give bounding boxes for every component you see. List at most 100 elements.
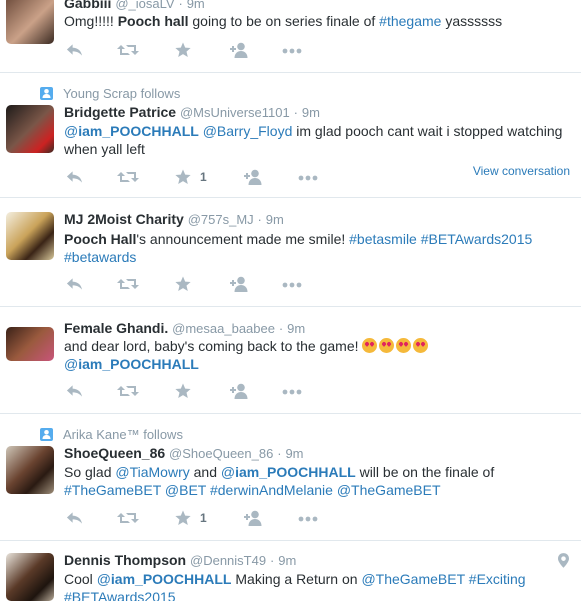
mention-link[interactable]: @iam_POOCHHALL	[221, 464, 356, 480]
reply-icon[interactable]	[66, 276, 83, 292]
retweet-icon[interactable]	[117, 42, 139, 58]
favorite-count: 1	[200, 511, 207, 525]
mention-link[interactable]: @iam_POOCHHALL	[97, 571, 232, 587]
timestamp[interactable]: 9m	[302, 105, 320, 120]
more-icon[interactable]	[298, 175, 318, 191]
social-context: Young Scrap follows	[40, 85, 180, 101]
separator: ·	[257, 212, 262, 227]
location-pin-icon[interactable]	[558, 553, 569, 569]
separator: ·	[278, 321, 284, 336]
add-user-icon[interactable]	[230, 383, 250, 399]
more-icon[interactable]	[282, 282, 302, 298]
avatar[interactable]	[6, 0, 54, 44]
mention-link[interactable]: @BET	[165, 482, 206, 498]
timestamp[interactable]: 9m	[278, 553, 296, 568]
tweet[interactable]: Gabbiii @_iosaLV · 9m Omg!!!!! Pooch hal…	[0, 0, 581, 73]
heart-eyes-emoji	[396, 338, 412, 353]
tweet[interactable]: MJ 2Moist Charity @757s_MJ · 9m Pooch Ha…	[0, 198, 581, 307]
reply-icon[interactable]	[66, 42, 83, 58]
timestamp[interactable]: 9m	[187, 0, 205, 11]
tweet[interactable]: Arika Kane™ follows ShoeQueen_86 @ShoeQu…	[0, 414, 581, 541]
user-name[interactable]: MJ 2Moist Charity	[64, 211, 184, 227]
tweet-header: MJ 2Moist Charity @757s_MJ · 9m	[64, 210, 284, 228]
user-handle[interactable]: @DennisT49	[190, 553, 266, 568]
tweet-actions: 1	[64, 169, 324, 185]
person-icon	[40, 87, 53, 100]
more-icon[interactable]	[282, 48, 302, 64]
add-user-icon[interactable]	[244, 510, 264, 526]
hashtag-link[interactable]: #betawards	[64, 249, 136, 265]
tweet[interactable]: Dennis Thompson @DennisT49 · 9m Cool @ia…	[0, 541, 581, 601]
more-icon[interactable]	[282, 389, 302, 405]
add-user-icon[interactable]	[244, 169, 264, 185]
reply-icon[interactable]	[66, 383, 83, 399]
mention-link[interactable]: @Barry_Floyd	[203, 123, 293, 139]
user-name[interactable]: ShoeQueen_86	[64, 445, 165, 461]
user-name[interactable]: Dennis Thompson	[64, 552, 186, 568]
avatar[interactable]	[6, 105, 54, 153]
tweet-text: @iam_POOCHHALL @Barry_Floyd im glad pooc…	[64, 123, 563, 157]
hashtag-link[interactable]: #betasmile	[349, 231, 417, 247]
reply-icon[interactable]	[66, 510, 83, 526]
hashtag-link[interactable]: #TheGameBET	[64, 482, 161, 498]
star-icon[interactable]	[175, 42, 191, 58]
tweet-header: ShoeQueen_86 @ShoeQueen_86 · 9m	[64, 444, 304, 462]
timestamp[interactable]: 9m	[287, 321, 305, 336]
avatar[interactable]	[6, 553, 54, 601]
hashtag-link[interactable]: #BETAwards2015	[421, 231, 533, 247]
user-name[interactable]: Gabbiii	[64, 0, 111, 11]
person-icon	[40, 428, 53, 441]
tweet-text: and dear lord, baby's coming back to the…	[64, 337, 569, 373]
tweet-text: Cool @iam_POOCHHALL Making a Return on @…	[64, 570, 569, 601]
timestamp[interactable]: 9m	[285, 446, 303, 461]
user-handle[interactable]: @MsUniverse1101	[180, 105, 290, 120]
retweet-icon[interactable]	[117, 169, 139, 185]
separator: ·	[277, 446, 282, 461]
user-handle[interactable]: @757s_MJ	[188, 212, 254, 227]
tweet-header: Gabbiii @_iosaLV · 9m	[64, 0, 205, 12]
star-icon[interactable]	[175, 383, 191, 399]
user-handle[interactable]: @_iosaLV	[115, 0, 174, 11]
tweet[interactable]: Young Scrap follows Bridgette Patrice @M…	[0, 73, 581, 198]
view-conversation-link[interactable]: View conversation	[473, 164, 570, 178]
hashtag-link[interactable]: #Exciting	[469, 571, 526, 587]
star-icon[interactable]	[175, 169, 191, 185]
user-name[interactable]: Bridgette Patrice	[64, 104, 176, 120]
hashtag-link[interactable]: #thegame	[379, 13, 441, 29]
mention-link[interactable]: @iam_POOCHHALL	[64, 123, 199, 139]
user-handle[interactable]: @ShoeQueen_86	[169, 446, 273, 461]
user-handle[interactable]: @mesaa_baabee	[172, 321, 275, 336]
highlight: Pooch hall	[117, 13, 189, 29]
add-user-icon[interactable]	[230, 42, 250, 58]
hashtag-link[interactable]: #BETAwards2015	[64, 589, 176, 601]
mention-link[interactable]: @TiaMowry	[115, 464, 189, 480]
avatar[interactable]	[6, 327, 54, 361]
retweet-icon[interactable]	[117, 276, 139, 292]
mention-link[interactable]: @TheGameBET	[361, 571, 464, 587]
add-user-icon[interactable]	[230, 276, 250, 292]
timestamp[interactable]: 9m	[266, 212, 284, 227]
mention-link[interactable]: @TheGameBET	[337, 482, 441, 498]
retweet-icon[interactable]	[117, 383, 139, 399]
avatar[interactable]	[6, 446, 54, 494]
reply-icon[interactable]	[66, 169, 83, 185]
tweet-text: Pooch Hall's announcement made me smile!…	[64, 231, 533, 265]
separator: ·	[293, 105, 298, 120]
separator: ·	[269, 553, 275, 568]
tweet-header: Dennis Thompson @DennisT49 · 9m	[64, 551, 296, 569]
star-icon[interactable]	[175, 276, 191, 292]
tweet-header: Bridgette Patrice @MsUniverse1101 · 9m	[64, 103, 320, 121]
avatar[interactable]	[6, 212, 54, 260]
tweet-actions	[64, 276, 324, 292]
more-icon[interactable]	[298, 516, 318, 532]
heart-eyes-emoji	[379, 338, 395, 353]
tweet[interactable]: Female Ghandi. @mesaa_baabee · 9m and de…	[0, 307, 581, 414]
favorite-count: 1	[200, 170, 207, 184]
user-name[interactable]: Female Ghandi.	[64, 320, 168, 336]
social-context: Arika Kane™ follows	[40, 426, 183, 442]
mention-link[interactable]: @iam_POOCHHALL	[64, 356, 199, 372]
retweet-icon[interactable]	[117, 510, 139, 526]
star-icon[interactable]	[175, 510, 191, 526]
timeline: Gabbiii @_iosaLV · 9m Omg!!!!! Pooch hal…	[0, 0, 581, 601]
hashtag-link[interactable]: #derwinAndMelanie	[210, 482, 333, 498]
